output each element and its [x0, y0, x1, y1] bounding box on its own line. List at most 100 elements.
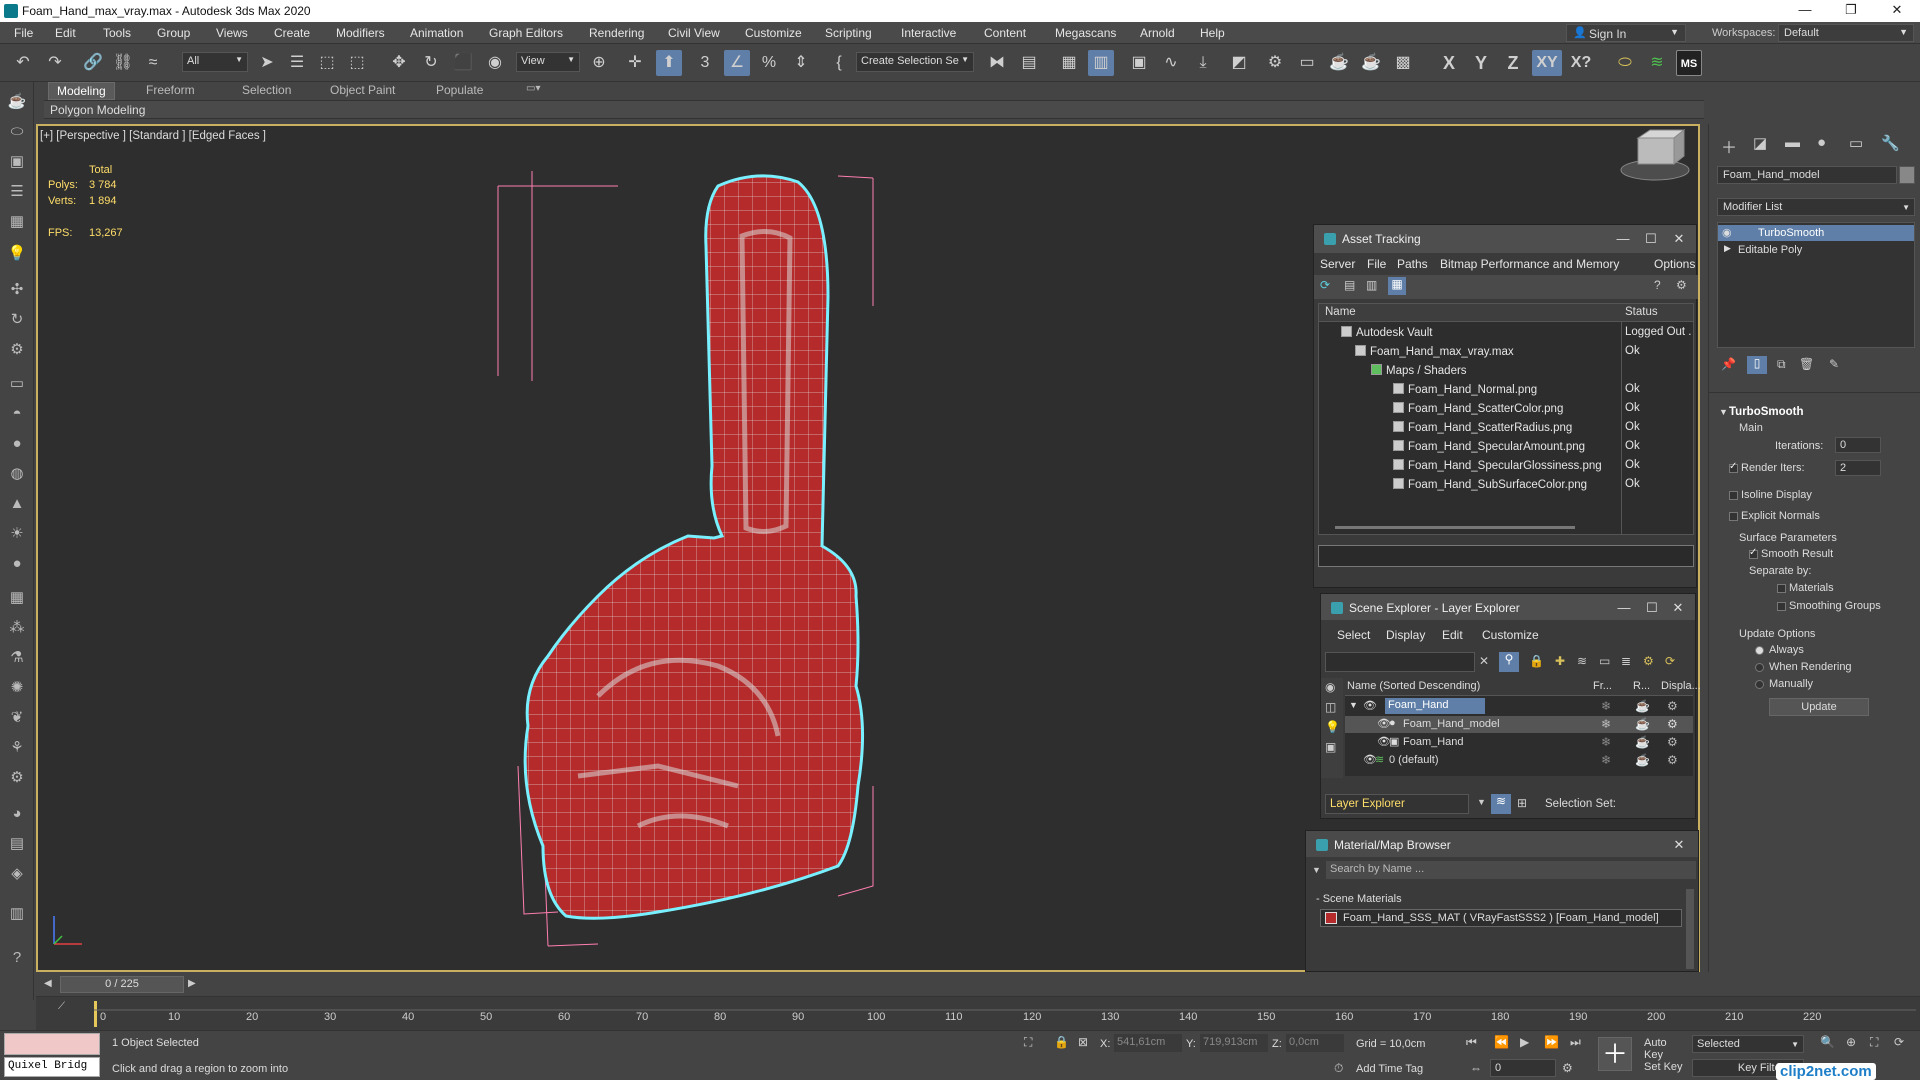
expand-icon[interactable]: ▶ — [1724, 243, 1731, 254]
plant-icon[interactable]: ❦ — [5, 706, 29, 730]
curve-editor-icon[interactable]: ∿ — [1158, 50, 1184, 76]
grid-tool-icon[interactable]: ▦ — [5, 586, 29, 610]
tab-populate[interactable]: Populate — [428, 82, 491, 98]
collapse-icon[interactable]: ▼ — [1719, 407, 1728, 417]
asset-row[interactable]: Autodesk Vault Logged Out . — [1319, 324, 1693, 343]
manually-radio[interactable] — [1755, 680, 1764, 689]
menu-animation[interactable]: Animation — [410, 26, 463, 40]
iterations-spinner[interactable]: 0 — [1835, 437, 1881, 453]
absolute-mode-icon[interactable]: ⊠ — [1078, 1035, 1088, 1049]
menu-group[interactable]: Group — [157, 26, 190, 40]
sign-in-dropdown[interactable]: 👤 Sign In ▼ — [1566, 24, 1686, 42]
reference-coordinate-dropdown[interactable]: View ▼ — [516, 52, 580, 72]
view-cube[interactable] — [1620, 128, 1690, 181]
menu-content[interactable]: Content — [984, 26, 1026, 40]
table-view-icon[interactable]: ▦ — [1388, 277, 1406, 295]
smooth-result-checkbox[interactable] — [1749, 547, 1758, 559]
eye-icon[interactable]: ◉ — [1722, 226, 1732, 239]
current-frame-field[interactable]: 0 — [1490, 1059, 1556, 1077]
motion-tab-icon[interactable]: ● — [1817, 134, 1826, 151]
percent-snap-icon[interactable]: % — [756, 50, 782, 76]
tree-row[interactable]: 👁 ▣ Foam_Hand ❄ ☕ ⚙ — [1345, 734, 1693, 751]
material-search-input[interactable]: Search by Name ... — [1326, 861, 1696, 879]
zoom-all-icon[interactable]: ⊕ — [1846, 1035, 1856, 1049]
close-icon[interactable]: ✕ — [1667, 598, 1689, 618]
transform-icon[interactable]: ✣ — [5, 278, 29, 302]
asset-row[interactable]: Foam_Hand_SpecularGlossiness.png Ok — [1319, 457, 1693, 476]
minimize-icon[interactable]: — — [1613, 598, 1635, 618]
rendered-frame-window-icon[interactable]: ▭ — [1294, 50, 1320, 76]
set-keys-button[interactable]: ＋ — [1598, 1037, 1632, 1071]
horizontal-scrollbar[interactable] — [1335, 526, 1575, 529]
hierarchy-mode-icon[interactable]: ⊞ — [1517, 796, 1527, 810]
asset-menu-options[interactable]: Options — [1654, 257, 1695, 271]
add-time-tag-button[interactable]: Add Time Tag — [1356, 1063, 1423, 1075]
new-layer-icon[interactable]: ✚ — [1555, 654, 1565, 668]
megascans-icon[interactable]: ≋ — [1644, 50, 1670, 76]
select-object-icon[interactable]: ➤ — [254, 50, 280, 76]
display-geometry-icon[interactable]: ◫ — [1325, 700, 1336, 714]
script-icon[interactable]: ▤ — [5, 832, 29, 856]
render-icon[interactable]: ☕ — [1635, 753, 1650, 767]
mini-curve-editor-icon[interactable]: ⟋ — [58, 1001, 65, 1012]
tree-row[interactable]: 👁 ≋ 0 (default) ❄ ☕ ⚙ — [1345, 752, 1693, 769]
display-icon[interactable]: ⚙ — [1667, 717, 1678, 731]
isoline-display-checkbox[interactable] — [1729, 491, 1738, 500]
stack-item-editable-poly[interactable]: ▶ Editable Poly — [1718, 242, 1914, 258]
cone-icon[interactable]: ▲ — [5, 492, 29, 516]
select-layer-icon[interactable]: ▭ — [1599, 654, 1610, 668]
object-name-field[interactable]: Foam_Hand_model — [1717, 166, 1897, 184]
named-selection-set-dropdown[interactable]: Create Selection Se ▼ — [856, 52, 974, 72]
menu-file[interactable]: File — [14, 26, 33, 40]
display-icon[interactable]: ⚙ — [1667, 699, 1678, 713]
clear-search-icon[interactable]: ✕ — [1479, 654, 1489, 668]
freeze-icon[interactable]: ❄ — [1601, 717, 1611, 731]
modifier-list-dropdown[interactable]: Modifier List ▼ — [1717, 198, 1915, 216]
menu-create[interactable]: Create — [274, 26, 310, 40]
schematic-view-icon[interactable]: ⤓ — [1190, 50, 1216, 76]
axis-y-button[interactable]: Y — [1468, 50, 1494, 76]
track-bar[interactable]: ⟋ 10 20 30 40 50 60 70 80 90 100 110 120… — [36, 996, 1920, 1030]
name-column-header[interactable]: Name (Sorted Descending) — [1347, 680, 1480, 692]
freeze-icon[interactable]: ❄ — [1601, 753, 1611, 767]
display-column-header[interactable]: Displa... — [1661, 680, 1701, 692]
rotate-tool-icon[interactable]: ↻ — [5, 308, 29, 332]
redo-icon[interactable]: ↷ — [42, 50, 68, 76]
remove-modifier-icon[interactable]: 🗑 — [1799, 357, 1814, 371]
always-radio[interactable] — [1755, 646, 1764, 655]
asset-row[interactable]: Foam_Hand_SubSurfaceColor.png Ok — [1319, 476, 1693, 495]
add-to-layer-icon[interactable]: ≋ — [1577, 654, 1587, 668]
mirror-icon[interactable]: ⧓ — [984, 50, 1010, 76]
vertical-scrollbar[interactable] — [1686, 889, 1694, 969]
link-icon[interactable]: 🔗 — [80, 50, 106, 76]
go-to-start-icon[interactable]: ⏮ — [1466, 1035, 1477, 1050]
ms-button[interactable]: MS — [1676, 50, 1702, 76]
edit-named-selection-icon[interactable]: { — [826, 50, 852, 76]
scene-materials-group[interactable]: - Scene Materials — [1316, 893, 1402, 905]
object-color-swatch[interactable] — [1899, 166, 1915, 184]
asset-row[interactable]: Maps / Shaders — [1319, 362, 1693, 381]
close-icon[interactable]: ✕ — [1874, 0, 1920, 22]
smoothing-groups-checkbox[interactable] — [1777, 602, 1786, 611]
toggle-scene-explorer-icon[interactable]: ▦ — [1056, 50, 1082, 76]
tree-row[interactable]: ▼ 👁 Foam_Hand ❄ ☕ ⚙ — [1345, 698, 1693, 715]
tree-row[interactable]: 👁 ● Foam_Hand_model ❄ ☕ ⚙ — [1345, 716, 1693, 733]
menu-interactive[interactable]: Interactive — [901, 26, 956, 40]
when-rendering-radio[interactable] — [1755, 663, 1764, 672]
asset-row[interactable]: Foam_Hand_SpecularAmount.png Ok — [1319, 438, 1693, 457]
play-icon[interactable]: ▶ — [1520, 1035, 1529, 1049]
eye-icon[interactable]: 👁 — [1363, 699, 1377, 712]
auto-key-button[interactable]: Auto Key — [1642, 1035, 1686, 1061]
z-coordinate-field[interactable]: 0,0cm — [1286, 1034, 1344, 1052]
menu-arnold[interactable]: Arnold — [1140, 26, 1175, 40]
pin-stack-icon[interactable]: 📌 — [1721, 357, 1736, 371]
material-entry[interactable]: Foam_Hand_SSS_MAT ( VRayFastSSS2 ) [Foam… — [1320, 909, 1682, 927]
toggle-ribbon-icon[interactable]: ▣ — [1126, 50, 1152, 76]
particle-icon[interactable]: ⁂ — [5, 616, 29, 640]
rotate-icon[interactable]: ↻ — [418, 50, 444, 76]
select-by-name-icon[interactable]: ☰ — [284, 50, 310, 76]
layer-mode-icon[interactable]: ≋ — [1491, 794, 1511, 814]
asset-menu-paths[interactable]: Paths — [1397, 257, 1428, 271]
previous-frame-icon[interactable]: ◀ — [44, 978, 52, 989]
close-icon[interactable]: ✕ — [1668, 229, 1690, 249]
